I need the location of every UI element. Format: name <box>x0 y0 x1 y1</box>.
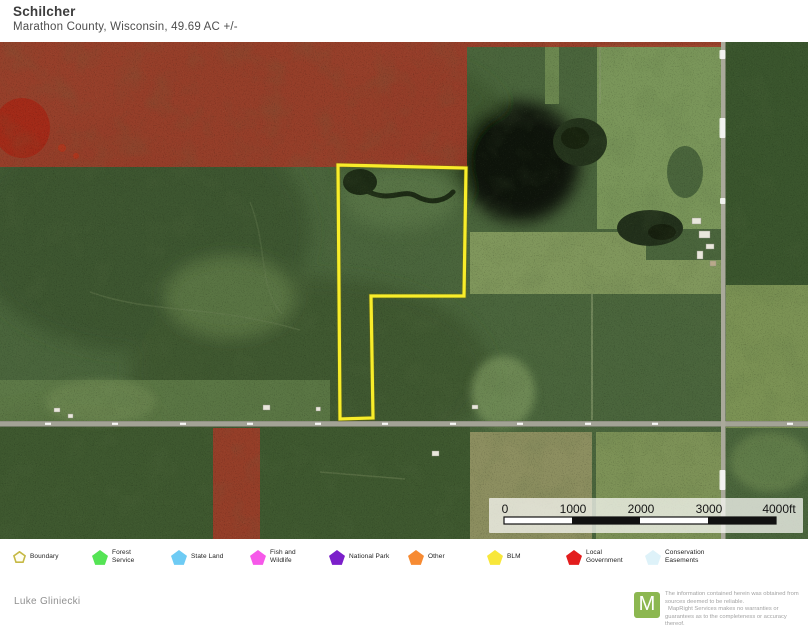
author-name: Luke Gliniecki <box>14 596 80 607</box>
legend-item-fish-and-wildlife: Fish and Wildlife <box>250 545 296 569</box>
scale-tick-2000: 2000 <box>628 502 655 516</box>
legend-label: Forest Service <box>112 549 134 565</box>
scale-tick-0: 0 <box>502 502 509 516</box>
disclaimer: The information contained herein was obt… <box>665 591 805 629</box>
legend-label: Fish and Wildlife <box>270 549 296 565</box>
legend-label: National Park <box>349 553 389 561</box>
scale-tick-3000: 3000 <box>696 502 723 516</box>
disclaimer-line-1: The information contained herein was obt… <box>665 591 805 606</box>
legend-label: BLM <box>507 553 521 561</box>
aerial-map: 0 1000 2000 3000 4000ft <box>0 42 808 540</box>
mapright-logo-letter: M <box>639 594 656 614</box>
header: Schilcher Marathon County, Wisconsin, 49… <box>0 0 808 42</box>
legend-label: State Land <box>191 553 223 561</box>
scale-tick-1000: 1000 <box>560 502 587 516</box>
legend-item-state-land: State Land <box>171 545 223 569</box>
legend-item-local-government: Local Government <box>566 545 623 569</box>
legend-item-boundary: Boundary <box>13 545 59 569</box>
legend-item-conservation-easements: Conservation Easements <box>645 545 705 569</box>
scale-tick-4000ft: 4000ft <box>762 502 796 516</box>
boundary-swatch-icon <box>13 551 26 563</box>
forest-service-swatch-icon <box>92 550 108 565</box>
legend-label: Other <box>428 553 445 561</box>
blm-swatch-icon <box>487 550 503 565</box>
local-government-swatch-icon <box>566 550 582 565</box>
state-land-swatch-icon <box>171 550 187 565</box>
legend-label: Local Government <box>586 549 623 565</box>
legend: Boundary Forest Service State Land Fish … <box>0 539 808 585</box>
legend-item-other: Other <box>408 545 445 569</box>
legend-label: Boundary <box>30 553 59 561</box>
page-subtitle: Marathon County, Wisconsin, 49.69 AC +/- <box>13 21 238 33</box>
legend-item-national-park: National Park <box>329 545 389 569</box>
fish-and-wildlife-swatch-icon <box>250 550 266 565</box>
national-park-swatch-icon <box>329 550 345 565</box>
scale-bar: 0 1000 2000 3000 4000ft <box>489 498 803 533</box>
canopy-texture <box>0 42 808 540</box>
legend-item-forest-service: Forest Service <box>92 545 134 569</box>
map-export-page: { "header": { "title": "Schilcher", "sub… <box>0 0 808 625</box>
legend-item-blm: BLM <box>487 545 521 569</box>
legend-label: Conservation Easements <box>665 549 705 565</box>
conservation-easements-swatch-icon <box>645 550 661 565</box>
other-swatch-icon <box>408 550 424 565</box>
page-title: Schilcher <box>13 4 76 19</box>
mapright-logo: M <box>634 592 660 618</box>
disclaimer-line-2: MapRight Services makes no warranties or… <box>665 606 805 629</box>
aerial-map-canvas: 0 1000 2000 3000 4000ft <box>0 42 808 540</box>
